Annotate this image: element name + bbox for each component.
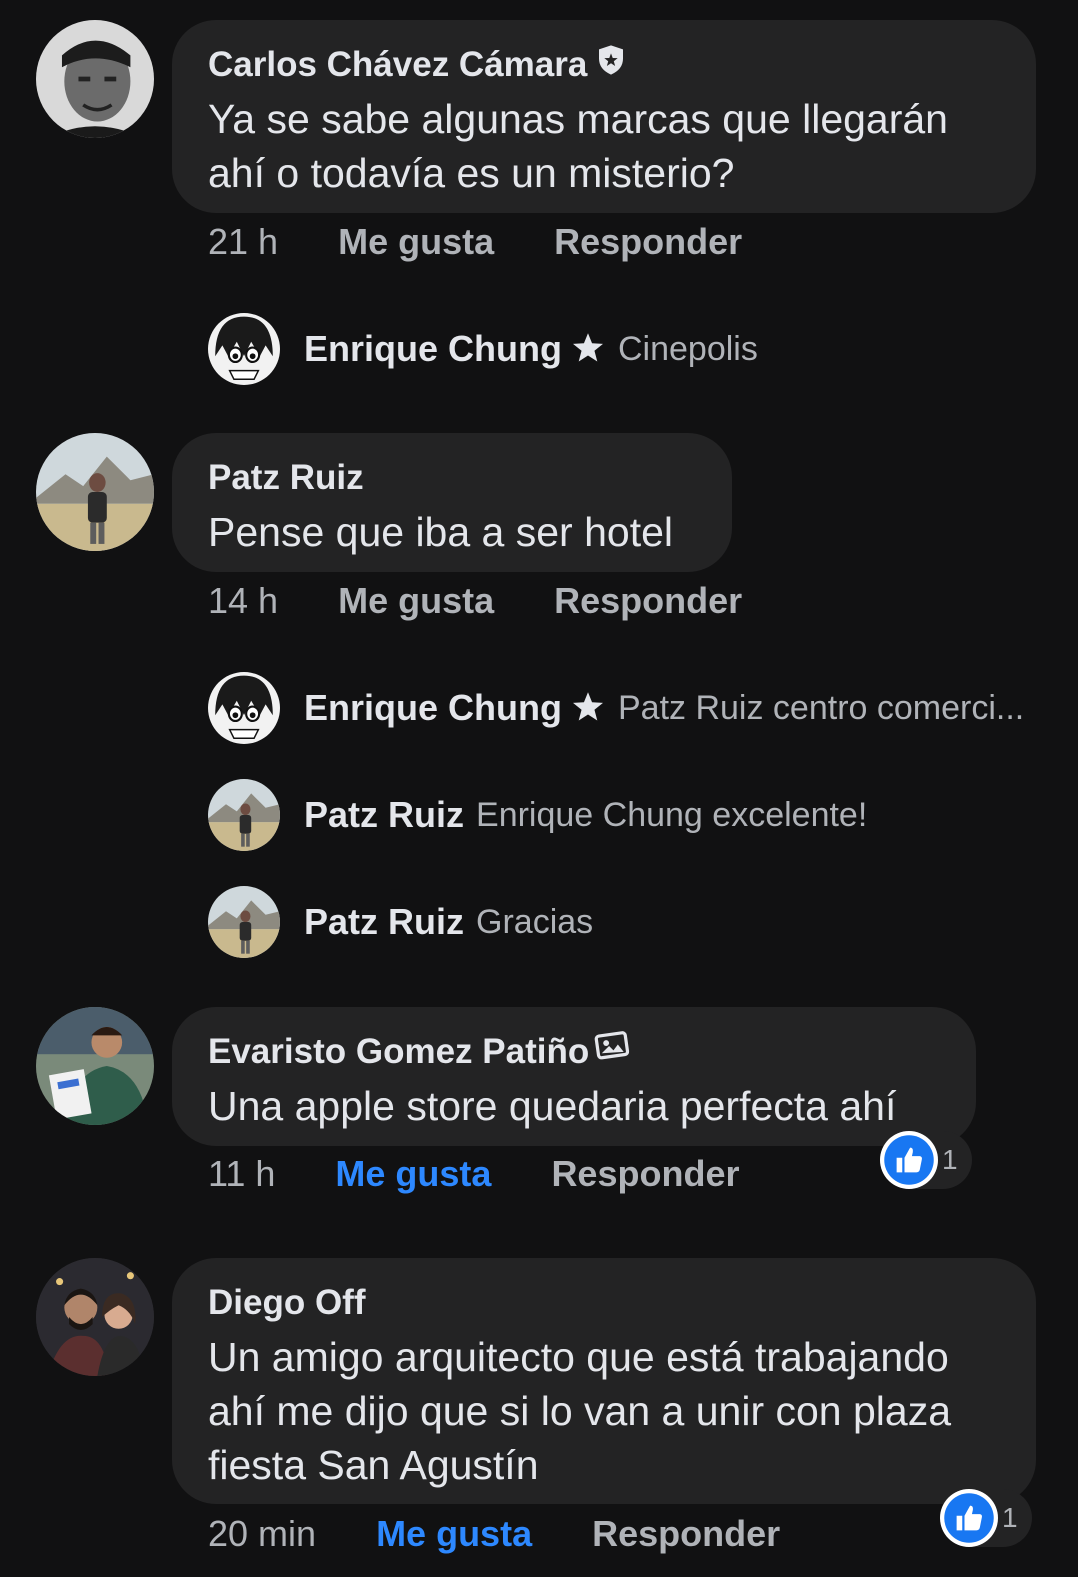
photo-badge-icon xyxy=(593,1027,631,1077)
comment-text: Ya se sabe algunas marcas que llegarán a… xyxy=(208,96,948,196)
author-name[interactable]: Patz Ruiz xyxy=(208,453,364,503)
author-name[interactable]: Evaristo Gomez Patiño xyxy=(208,1027,589,1077)
reaction-count: 1 xyxy=(942,1144,958,1175)
star-badge-icon xyxy=(570,331,606,367)
comment-author[interactable]: Patz Ruiz xyxy=(208,453,696,503)
shield-icon xyxy=(595,40,627,90)
timestamp[interactable]: 14 h xyxy=(208,580,278,622)
reply-preview[interactable]: Patz Ruiz Gracias xyxy=(208,886,593,958)
reaction-summary[interactable]: 1 xyxy=(940,1489,1032,1547)
reply-button[interactable]: Responder xyxy=(551,1153,739,1195)
like-reaction-icon xyxy=(880,1131,938,1189)
reply-button[interactable]: Responder xyxy=(554,221,742,263)
comment-actions: 20 min Me gusta Responder xyxy=(208,1510,780,1558)
comment-bubble: Evaristo Gomez Patiño Una apple store qu… xyxy=(172,1007,976,1146)
star-badge-icon xyxy=(570,690,606,726)
reply-button[interactable]: Responder xyxy=(554,580,742,622)
avatar[interactable] xyxy=(208,313,280,385)
author-name[interactable]: Diego Off xyxy=(208,1278,365,1328)
avatar[interactable] xyxy=(36,1258,154,1376)
comment-bubble: Carlos Chávez Cámara Ya se sabe algunas … xyxy=(172,20,1036,213)
comment-bubble: Diego Off Un amigo arquitecto que está t… xyxy=(172,1258,1036,1504)
like-button[interactable]: Me gusta xyxy=(338,221,494,263)
reply-text: Cinepolis xyxy=(617,329,758,368)
timestamp[interactable]: 11 h xyxy=(208,1153,275,1195)
reaction-count: 1 xyxy=(1002,1502,1018,1533)
like-button[interactable]: Me gusta xyxy=(338,580,494,622)
reply-author[interactable]: Patz Ruiz xyxy=(304,901,464,943)
timestamp[interactable]: 21 h xyxy=(208,221,278,263)
comment-bubble: Patz Ruiz Pense que iba a ser hotel xyxy=(172,433,732,572)
comment-text: Pense que iba a ser hotel xyxy=(208,509,673,555)
like-button[interactable]: Me gusta xyxy=(376,1513,532,1555)
comment-actions: 14 h Me gusta Responder xyxy=(208,577,742,625)
like-reaction-icon xyxy=(940,1489,998,1547)
comment-actions: 11 h Me gusta Responder xyxy=(208,1150,739,1198)
comment-text: Una apple store quedaria perfecta ahí xyxy=(208,1083,897,1129)
like-button[interactable]: Me gusta xyxy=(335,1153,491,1195)
comment-author[interactable]: Carlos Chávez Cámara xyxy=(208,40,1000,90)
reply-preview[interactable]: Enrique Chung Patz Ruiz centro comerci..… xyxy=(208,672,1024,744)
avatar[interactable] xyxy=(36,1007,154,1125)
avatar[interactable] xyxy=(208,886,280,958)
reply-author[interactable]: Enrique Chung xyxy=(304,687,562,729)
reply-text: Enrique Chung excelente! xyxy=(476,795,868,834)
avatar[interactable] xyxy=(208,779,280,851)
reply-author[interactable]: Patz Ruiz xyxy=(304,794,464,836)
reply-preview[interactable]: Enrique Chung Cinepolis xyxy=(208,313,758,385)
comment-author[interactable]: Evaristo Gomez Patiño xyxy=(208,1027,940,1077)
reply-button[interactable]: Responder xyxy=(592,1513,780,1555)
reply-preview[interactable]: Patz Ruiz Enrique Chung excelente! xyxy=(208,779,867,851)
avatar[interactable] xyxy=(36,433,154,551)
reply-text: Patz Ruiz centro comerci... xyxy=(617,688,1025,727)
author-name[interactable]: Carlos Chávez Cámara xyxy=(208,40,587,90)
reply-author[interactable]: Enrique Chung xyxy=(304,328,562,370)
timestamp[interactable]: 20 min xyxy=(208,1513,316,1555)
comment-author[interactable]: Diego Off xyxy=(208,1278,1000,1328)
avatar[interactable] xyxy=(36,20,154,138)
comment-text: Un amigo arquitecto que está trabajando … xyxy=(208,1334,952,1488)
avatar[interactable] xyxy=(208,672,280,744)
comment-actions: 21 h Me gusta Responder xyxy=(208,218,742,266)
reaction-summary[interactable]: 1 xyxy=(880,1131,972,1189)
reply-text: Gracias xyxy=(476,902,594,941)
